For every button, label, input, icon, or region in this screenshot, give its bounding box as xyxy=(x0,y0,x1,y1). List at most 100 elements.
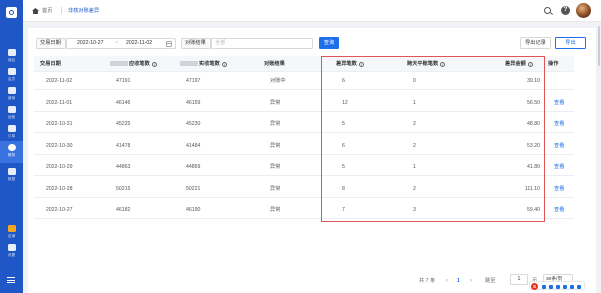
cell-cross-day: 2 xyxy=(413,121,416,127)
breadcrumb-current[interactable]: 非核对账差异 xyxy=(68,7,99,14)
cell-received: 44869 xyxy=(186,164,201,170)
info-icon[interactable]: i xyxy=(358,61,364,67)
info-icon[interactable]: i xyxy=(527,61,533,67)
cell-cross-day: 0 xyxy=(413,78,416,84)
toolbar-tool-icon[interactable] xyxy=(549,284,553,289)
cell-diff-count: 8 xyxy=(342,185,345,192)
cell-cross-day: 2 xyxy=(413,185,416,192)
export-record-button[interactable]: 导出记录 xyxy=(520,37,551,49)
sidebar-item-goods[interactable]: 商品 xyxy=(0,46,23,65)
table-row: 2022-10-28 50215 50221 异常 8 2 111.10 查看 xyxy=(34,180,574,198)
cell-action-link[interactable]: 查看 xyxy=(554,94,564,112)
cell-receivable: 47191 xyxy=(116,78,131,84)
pagination-goto-input[interactable]: 1 xyxy=(510,274,528,285)
toolbar-tool-icon[interactable] xyxy=(577,284,581,289)
cell-date: 2022-10-31 xyxy=(46,121,73,127)
toolbar-tool-icon[interactable] xyxy=(570,284,574,289)
logo-icon xyxy=(9,10,14,15)
toolbar-tool-icon[interactable] xyxy=(542,284,546,289)
result-filter-label: 对账结果 xyxy=(181,38,211,49)
date-end-value[interactable]: 2022-11-02 xyxy=(126,39,152,48)
data-icon xyxy=(7,168,16,175)
sidebar-item-finance[interactable]: 财务 xyxy=(0,141,23,163)
col-action: 操作 xyxy=(548,61,559,67)
menu-toggle-icon[interactable] xyxy=(7,277,15,283)
search-icon[interactable] xyxy=(544,7,551,14)
info-icon[interactable]: i xyxy=(151,61,157,67)
sidebar-item-store[interactable]: 店铺 xyxy=(0,222,23,241)
input-method-logo-icon[interactable]: S xyxy=(531,282,538,290)
table-row: 2022-10-29 44863 44869 异常 5 1 41.80 查看 xyxy=(34,158,574,176)
breadcrumb-home[interactable]: 首页 xyxy=(42,7,52,14)
goods-icon xyxy=(7,49,16,56)
cell-receivable: 50215 xyxy=(116,185,131,192)
cell-receivable: 44863 xyxy=(116,164,131,170)
result-select[interactable]: 全部 xyxy=(211,38,313,49)
pagination-prev-icon[interactable]: ‹ xyxy=(444,277,450,285)
sidebar-item-label: 订单 xyxy=(7,133,16,138)
col-receivable-label: 应收笔数 xyxy=(129,61,150,67)
main-panel: 交易日期 2022-10-27 ~ 2022-11-02 对账结果 全部 查询 … xyxy=(28,28,596,293)
order-icon xyxy=(7,125,16,132)
cell-action-link[interactable]: 查看 xyxy=(554,180,564,198)
sidebar-item-order[interactable]: 订单 xyxy=(0,122,23,141)
info-icon[interactable]: i xyxy=(221,61,227,67)
floating-toolbar[interactable]: S xyxy=(529,281,585,290)
cell-diff-amount: 111.10 xyxy=(524,185,540,192)
cell-action-link[interactable]: 查看 xyxy=(554,158,564,176)
app-logo[interactable] xyxy=(6,7,17,18)
calendar-icon[interactable] xyxy=(166,41,172,47)
cell-action-link[interactable]: 查看 xyxy=(554,201,564,219)
page-scrollbar[interactable] xyxy=(597,22,601,293)
cell-date: 2022-10-28 xyxy=(46,185,73,192)
export-button[interactable]: 导出 xyxy=(555,37,586,49)
cell-action-link[interactable]: 查看 xyxy=(554,137,564,155)
toolbar-tool-icon[interactable] xyxy=(563,284,567,289)
sidebar-item-label: 营销 xyxy=(7,95,16,100)
cell-cross-day: 1 xyxy=(413,99,416,106)
cell-receivable: 46146 xyxy=(116,99,131,106)
toolbar-tool-icon[interactable] xyxy=(556,284,560,289)
date-start-value[interactable]: 2022-10-27 xyxy=(77,39,104,48)
member-icon xyxy=(7,68,16,75)
info-icon[interactable]: i xyxy=(440,61,446,67)
cell-received: 46190 xyxy=(186,207,201,213)
date-range-picker[interactable]: 2022-10-27 ~ 2022-11-02 xyxy=(66,38,176,49)
query-button[interactable]: 查询 xyxy=(319,37,339,49)
sidebar: 商品 会员 营销 运营 订单 财务 数据 店铺 设置 xyxy=(0,0,23,293)
cell-date: 2022-11-02 xyxy=(46,78,73,84)
sidebar-item-label: 运营 xyxy=(7,114,16,119)
sidebar-item-operation[interactable]: 运营 xyxy=(0,103,23,122)
sidebar-item-label: 会员 xyxy=(7,76,16,81)
cell-received: 46159 xyxy=(186,99,201,106)
cell-receivable: 45225 xyxy=(116,121,131,127)
sidebar-item-label: 数据 xyxy=(7,176,16,181)
col-cross-day: 跨天平账笔数 i xyxy=(407,56,446,72)
cell-received: 41484 xyxy=(186,142,201,149)
table-row: 2022-10-30 41478 41484 异常 6 2 53.20 查看 xyxy=(34,137,574,155)
masked-text xyxy=(180,60,198,66)
scrollbar-thumb[interactable] xyxy=(598,26,600,66)
cell-cross-day: 1 xyxy=(413,164,416,170)
table-row: 2022-11-02 47191 47197 对账中 6 0 39.10 xyxy=(34,72,574,90)
pagination-current-page[interactable]: 1 xyxy=(455,277,462,285)
cell-diff-amount: 41.80 xyxy=(527,164,540,170)
avatar[interactable] xyxy=(576,3,591,18)
cell-diff-amount: 53.20 xyxy=(527,142,540,149)
cell-diff-amount: 56.50 xyxy=(527,99,540,106)
home-icon[interactable] xyxy=(32,8,39,14)
pagination-next-icon[interactable]: › xyxy=(468,277,474,285)
sidebar-item-data[interactable]: 数据 xyxy=(0,165,23,184)
help-icon[interactable]: ? xyxy=(561,6,570,15)
cell-receivable: 46182 xyxy=(116,207,131,213)
cell-action-link[interactable]: 查看 xyxy=(554,115,564,133)
col-result: 对账结果 xyxy=(264,61,285,67)
col-diff-count: 差异笔数 i xyxy=(336,56,364,72)
sidebar-item-settings[interactable]: 设置 xyxy=(0,241,23,260)
sidebar-item-member[interactable]: 会员 xyxy=(0,65,23,84)
cell-result: 异常 xyxy=(270,207,281,213)
cell-diff-amount: 39.10 xyxy=(527,78,540,84)
pagination-total: 共 7 条 xyxy=(419,278,436,284)
sidebar-item-marketing[interactable]: 营销 xyxy=(0,84,23,103)
finance-icon xyxy=(7,144,16,151)
